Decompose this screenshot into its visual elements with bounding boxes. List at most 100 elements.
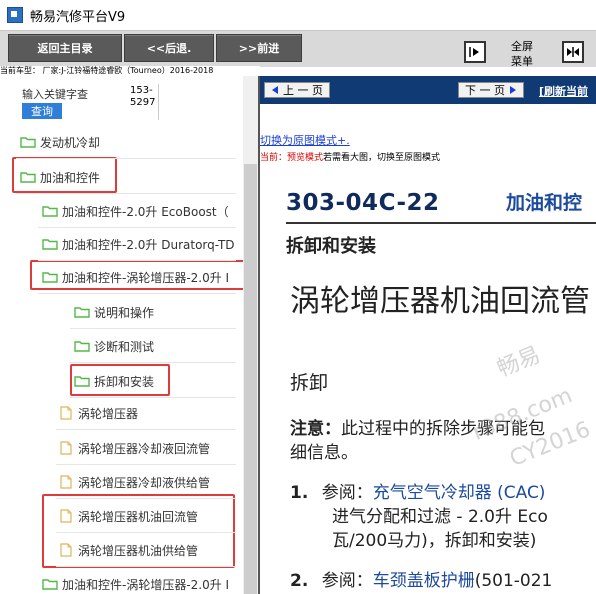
- triangle-left-icon: [272, 86, 278, 94]
- tree-row-separator: [70, 362, 236, 363]
- tree-item-label: 涡轮增压器冷却液供给管: [78, 475, 211, 490]
- arrow-right-icon: [469, 47, 479, 57]
- step-1-link[interactable]: 充气空气冷却器 (CAC): [373, 483, 546, 503]
- tree-item[interactable]: 涡轮增压器: [60, 398, 138, 428]
- tree-item[interactable]: 发动机冷却: [20, 127, 100, 157]
- current-vehicle-info: 当前车型： 厂家:J-江铃福特途睿欧（Tourneo）2016-2018: [0, 66, 260, 76]
- forward-button[interactable]: >>前进: [216, 34, 302, 62]
- tree-row-separator: [38, 227, 236, 228]
- folder-icon: [20, 137, 36, 148]
- step-1-line-2: 进气分配和过滤 - 2.0升 Eco: [332, 507, 548, 527]
- tree-row-separator: [56, 532, 236, 533]
- tree-item[interactable]: 涡轮增压器机油供给管: [60, 535, 198, 565]
- refresh-current-link[interactable]: [刷新当前: [539, 83, 588, 99]
- app-icon: [7, 7, 23, 23]
- search-number-line1: 153-: [130, 85, 153, 96]
- tree-item-label: 发动机冷却: [40, 135, 101, 150]
- mode-hint: 若需看大图，切换至原图模式: [323, 153, 441, 163]
- menu-label: 菜单: [511, 55, 533, 68]
- split-arrows-icon: [567, 47, 579, 57]
- folder-icon: [42, 579, 58, 590]
- prev-page-button[interactable]: 上 一 页: [264, 82, 330, 98]
- tree-row-separator: [16, 193, 236, 194]
- tree-row-separator: [56, 464, 236, 465]
- tree-item[interactable]: 加油和控件: [20, 162, 100, 192]
- document-nav-bar: 上 一 页 下 一 页 [刷新当前: [260, 76, 596, 104]
- fullscreen-label: 全屏: [511, 40, 533, 53]
- note-label: 注意：: [290, 419, 341, 439]
- tree-item-label: 诊断和测试: [94, 339, 155, 354]
- window-title: 畅易汽修平台V9: [30, 9, 126, 25]
- section-title: 拆卸和安装: [286, 236, 376, 257]
- document-pane: 上 一 页 下 一 页 [刷新当前 切换为原图模式+. 当前：预览模式若需看大图…: [260, 76, 596, 594]
- document-icon: [60, 406, 72, 420]
- toolbar: 返回主目录 <<后退. >>前进 全屏 菜单: [0, 30, 596, 69]
- tree-item[interactable]: 涡轮增压器冷却液供给管: [60, 467, 210, 497]
- tree-item[interactable]: 加油和控件-2.0升 EcoBoost（: [42, 196, 229, 226]
- procedure-title: 涡轮增压器机油回流管: [290, 284, 590, 319]
- document-icon: [60, 441, 72, 455]
- tree-item-label: 加油和控件-涡轮增压器-2.0升 I: [62, 270, 230, 285]
- note-line-2: 细信息。: [290, 443, 358, 463]
- tree-item-label: 涡轮增压器: [78, 406, 139, 421]
- step-2: 2. 参阅：车颈盖板护栅(501-021: [290, 566, 552, 591]
- tree-row-separator: [56, 498, 236, 499]
- tree-item[interactable]: 涡轮增压器机油回流管: [60, 501, 198, 531]
- step-1-line-3: 瓦/200马力)，拆卸和安装): [332, 531, 537, 551]
- tree-item-label: 加油和控件-涡轮增压器-2.0升 I: [62, 577, 230, 592]
- document-heading: 加油和控: [506, 192, 583, 214]
- tree-item[interactable]: 涡轮增压器冷却液回流管: [60, 433, 210, 463]
- mode-name: 预览模式: [287, 153, 324, 163]
- step-2-number: 2.: [290, 571, 309, 591]
- tree-item-label: 说明和操作: [94, 305, 155, 320]
- tree-item-label: 涡轮增压器机油回流管: [78, 509, 199, 524]
- step-2-link[interactable]: 车颈盖板护栅: [373, 571, 475, 591]
- tree-row-separator: [38, 293, 236, 294]
- tree-item-label: 加油和控件: [40, 170, 101, 185]
- next-page-button[interactable]: 下 一 页: [458, 82, 524, 98]
- step-2-rest: (501-021: [474, 571, 553, 591]
- preview-mode-notice: 当前：预览模式若需看大图，切换至原图模式: [260, 150, 440, 163]
- tree-scrollbar-thumb[interactable]: [244, 164, 257, 594]
- back-to-main-button[interactable]: 返回主目录: [8, 34, 122, 62]
- step-1-number: 1.: [290, 483, 309, 503]
- tree-item[interactable]: 说明和操作: [74, 297, 154, 327]
- tree-row-separator: [16, 158, 236, 159]
- mode-prefix: 当前：: [260, 153, 288, 163]
- document-icon: [60, 475, 72, 489]
- next-page-label: 下 一 页: [465, 84, 505, 97]
- collapse-panel-button[interactable]: [464, 41, 486, 63]
- fullscreen-menu-button[interactable]: 全屏 菜单: [500, 39, 544, 69]
- document-code: 303-04C-22: [286, 190, 440, 216]
- search-keyword-label[interactable]: 输入关键字查: [22, 86, 88, 102]
- tree-item-label: 拆卸和安装: [94, 374, 155, 389]
- document-icon: [60, 543, 72, 557]
- back-button[interactable]: <<后退.: [124, 34, 214, 62]
- folder-icon: [42, 206, 58, 217]
- folder-icon: [20, 172, 36, 183]
- tree-row-separator: [70, 328, 236, 329]
- folder-icon: [42, 239, 58, 250]
- tree-item-label: 加油和控件-2.0升 EcoBoost（: [62, 204, 229, 219]
- step-1: 1. 参阅：充气空气冷却器 (CAC): [290, 478, 545, 503]
- folder-icon: [74, 376, 90, 387]
- switch-original-mode-link[interactable]: 切换为原图模式+.: [260, 132, 350, 148]
- expand-panel-button[interactable]: [562, 41, 584, 63]
- tree-item[interactable]: 拆卸和安装: [74, 366, 154, 396]
- tree-item[interactable]: 诊断和测试: [74, 331, 154, 361]
- tree-row-separator: [38, 260, 236, 261]
- tree-item[interactable]: 加油和控件-涡轮增压器-2.0升 I: [42, 262, 229, 292]
- tree-item-label: 涡轮增压器机油供给管: [78, 543, 199, 558]
- folder-icon: [42, 272, 58, 283]
- catalog-tree-pane: 输入关键字查 查询 153- 5297 发动机冷却 加油和控件 加油和控件-2.0升…: [0, 76, 258, 594]
- heading-rule: [286, 222, 596, 224]
- folder-icon: [74, 307, 90, 318]
- title-bar: 畅易汽修平台V9: [0, 0, 596, 30]
- search-divider: [158, 84, 159, 120]
- tree-item[interactable]: 加油和控件-涡轮增压器-2.0升 I: [42, 569, 229, 594]
- document-icon: [60, 509, 72, 523]
- tree-item-label: 涡轮增压器冷却液回流管: [78, 441, 211, 456]
- tree-item[interactable]: 加油和控件-2.0升 Duratorq-TD: [42, 229, 235, 259]
- triangle-right-icon: [510, 86, 516, 94]
- query-button[interactable]: 查询: [22, 103, 62, 119]
